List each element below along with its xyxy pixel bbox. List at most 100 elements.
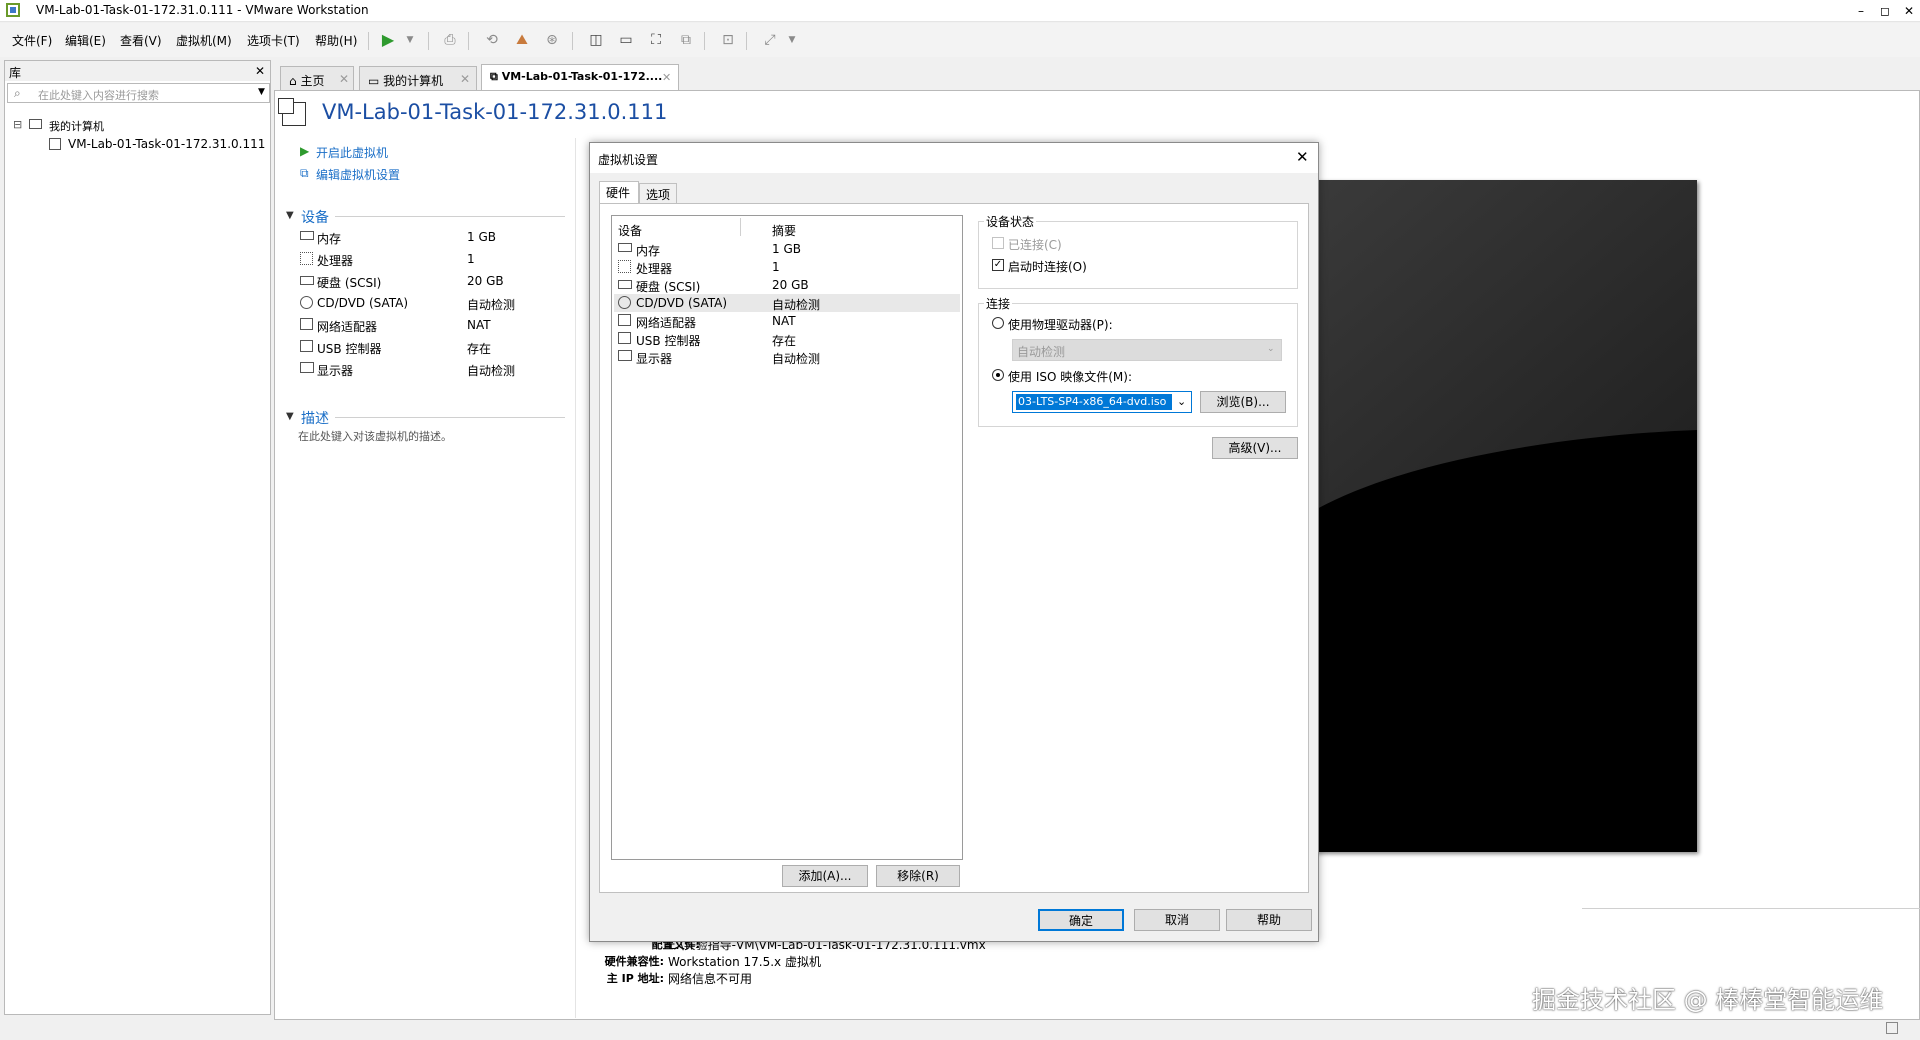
tab-vm[interactable]: ⧉ VM-Lab-01-Task-01-172.... ✕	[481, 64, 679, 91]
iso-image-radio[interactable]	[992, 369, 1004, 381]
send-ctrl-alt-del-icon[interactable]: ⎙	[440, 30, 460, 50]
connect-at-power-on-label[interactable]: 启动时连接(O)	[1008, 258, 1087, 275]
connected-checkbox	[992, 237, 1004, 249]
list-item-selected[interactable]: CD/DVD (SATA) 自动检测	[614, 294, 960, 312]
connect-at-power-on-checkbox[interactable]: ✓	[992, 259, 1004, 271]
library-search-input[interactable]: ⌕ 在此处键入内容进行搜索 ▼	[7, 83, 270, 103]
stretch-guest-icon[interactable]: ⤢	[760, 30, 780, 50]
tab-my-computer-label: 我的计算机	[383, 74, 444, 88]
help-button[interactable]: 帮助	[1226, 909, 1312, 931]
snapshot-icon[interactable]: ⟲	[482, 30, 502, 50]
chevron-down-icon[interactable]: ⌄	[1177, 395, 1186, 408]
list-item[interactable]: 显示器 自动检测	[614, 348, 960, 366]
tab-hardware[interactable]: 硬件	[599, 181, 639, 204]
list-item[interactable]: USB 控制器 存在	[614, 330, 960, 348]
description-section-header[interactable]: 描述	[301, 408, 329, 428]
iso-path-combobox[interactable]: 03-LTS-SP4-x86_64-dvd.iso ⌄	[1012, 391, 1192, 413]
dialog-close-icon[interactable]: ✕	[1296, 148, 1309, 166]
cd-dvd-icon	[300, 296, 313, 309]
vm-screen-preview[interactable]	[1315, 180, 1697, 852]
tab-home[interactable]: ⌂ 主页 ✕	[280, 66, 354, 90]
console-view-icon[interactable]: ⊡	[718, 30, 738, 50]
search-dropdown-icon[interactable]: ▼	[258, 87, 265, 97]
physical-drive-select: 自动检测 ⌄	[1012, 339, 1282, 361]
iso-path-input[interactable]: 03-LTS-SP4-x86_64-dvd.iso	[1016, 394, 1172, 410]
device-list[interactable]: 设备 摘要 内存 1 GB 处理器 1 硬盘 (SCSI) 20 GB CD/D…	[611, 215, 963, 860]
list-item-summary: 自动检测	[772, 298, 821, 312]
processor-icon	[300, 252, 313, 265]
list-item[interactable]: 处理器 1	[614, 258, 960, 276]
iso-image-label[interactable]: 使用 ISO 映像文件(M):	[1008, 368, 1132, 385]
physical-drive-radio[interactable]	[992, 317, 1004, 329]
tab-home-close-icon[interactable]: ✕	[339, 72, 349, 86]
cancel-button[interactable]: 取消	[1134, 909, 1220, 931]
description-collapse-icon[interactable]: ▼	[286, 411, 294, 422]
library-panel: 库 ✕ ⌕ 在此处键入内容进行搜索 ▼ ⊟ 我的计算机 VM-Lab-01-Ta…	[4, 60, 271, 1015]
maximize-button[interactable]: ◻	[1872, 0, 1898, 22]
tab-my-computer[interactable]: ▭ 我的计算机 ✕	[359, 66, 477, 90]
tab-my-computer-close-icon[interactable]: ✕	[460, 72, 470, 86]
stretch-dropdown-icon[interactable]: ▼	[782, 30, 802, 50]
ok-button[interactable]: 确定	[1038, 909, 1124, 931]
full-screen-icon[interactable]: ⛶	[646, 30, 666, 50]
power-on-action-icon[interactable]: ▶	[300, 144, 309, 158]
physical-drive-label[interactable]: 使用物理驱动器(P):	[1008, 316, 1113, 333]
hard-disk-icon	[618, 280, 632, 289]
window-title: VM-Lab-01-Task-01-172.31.0.111 - VMware …	[36, 3, 369, 17]
physical-drive-value: 自动检测	[1017, 345, 1066, 359]
close-window-button[interactable]: ✕	[1896, 0, 1920, 22]
tab-options[interactable]: 选项	[639, 183, 677, 203]
power-on-link[interactable]: 开启此虚拟机	[316, 144, 388, 161]
device-name: 内存	[317, 232, 342, 246]
library-header: 库 ✕	[5, 61, 270, 81]
menu-edit[interactable]: 编辑(E)	[65, 32, 106, 49]
display-icon	[300, 362, 314, 373]
description-field[interactable]: 在此处键入对该虚拟机的描述。	[298, 428, 452, 444]
menu-vm[interactable]: 虚拟机(M)	[176, 32, 232, 49]
power-dropdown-icon[interactable]: ▼	[400, 30, 420, 50]
device-value: 自动检测	[467, 364, 516, 378]
devices-section-header[interactable]: 设备	[301, 207, 329, 227]
vmware-app-icon	[6, 3, 20, 17]
menu-tabs[interactable]: 选项卡(T)	[247, 32, 300, 49]
status-bar-icon[interactable]	[1886, 1022, 1898, 1034]
add-device-button[interactable]: 添加(A)...	[782, 865, 868, 887]
computer-icon: ▭	[368, 74, 384, 88]
revert-snapshot-icon[interactable]: ⛰	[512, 30, 532, 50]
vm-large-icon	[278, 98, 306, 126]
tab-home-label: 主页	[300, 74, 325, 88]
column-device: 设备	[618, 224, 643, 238]
tree-expander-icon[interactable]: ⊟	[13, 118, 22, 131]
title-bar: VM-Lab-01-Task-01-172.31.0.111 - VMware …	[0, 0, 1920, 22]
menu-help[interactable]: 帮助(H)	[315, 32, 357, 49]
menu-view[interactable]: 查看(V)	[120, 32, 162, 49]
minimize-button[interactable]: –	[1848, 0, 1874, 22]
thumbnail-bar-icon[interactable]: ▭	[616, 30, 636, 50]
show-library-icon[interactable]: ◫	[586, 30, 606, 50]
tree-vm-item[interactable]: VM-Lab-01-Task-01-172.31.0.111	[68, 137, 265, 151]
list-item-name: 显示器	[636, 352, 673, 366]
tree-my-computer[interactable]: 我的计算机	[49, 118, 104, 134]
menu-file[interactable]: 文件(F)	[12, 32, 52, 49]
snapshot-manager-icon[interactable]: ⊛	[542, 30, 562, 50]
list-item[interactable]: 网络适配器 NAT	[614, 312, 960, 330]
browse-button[interactable]: 浏览(B)...	[1200, 391, 1286, 413]
tab-vm-label: VM-Lab-01-Task-01-172....	[501, 70, 663, 83]
device-name: 网络适配器	[317, 320, 378, 334]
list-item-summary: 存在	[772, 334, 797, 348]
library-close-icon[interactable]: ✕	[255, 64, 265, 78]
list-item[interactable]: 硬盘 (SCSI) 20 GB	[614, 276, 960, 294]
edit-settings-action-icon[interactable]: ⧉	[300, 166, 309, 181]
processor-icon	[618, 260, 631, 273]
edit-settings-link[interactable]: 编辑虚拟机设置	[316, 166, 400, 183]
devices-collapse-icon[interactable]: ▼	[286, 210, 294, 221]
tab-vm-close-icon[interactable]: ✕	[662, 71, 671, 84]
list-item-summary: 20 GB	[772, 278, 809, 292]
network-adapter-icon	[618, 314, 631, 326]
remove-device-button[interactable]: 移除(R)	[876, 865, 960, 887]
computer-icon	[29, 119, 42, 129]
list-item[interactable]: 内存 1 GB	[614, 240, 960, 258]
advanced-button[interactable]: 高级(V)...	[1212, 437, 1298, 459]
unity-icon[interactable]: ⧉	[676, 30, 696, 50]
power-on-icon[interactable]: ▶	[378, 30, 398, 50]
